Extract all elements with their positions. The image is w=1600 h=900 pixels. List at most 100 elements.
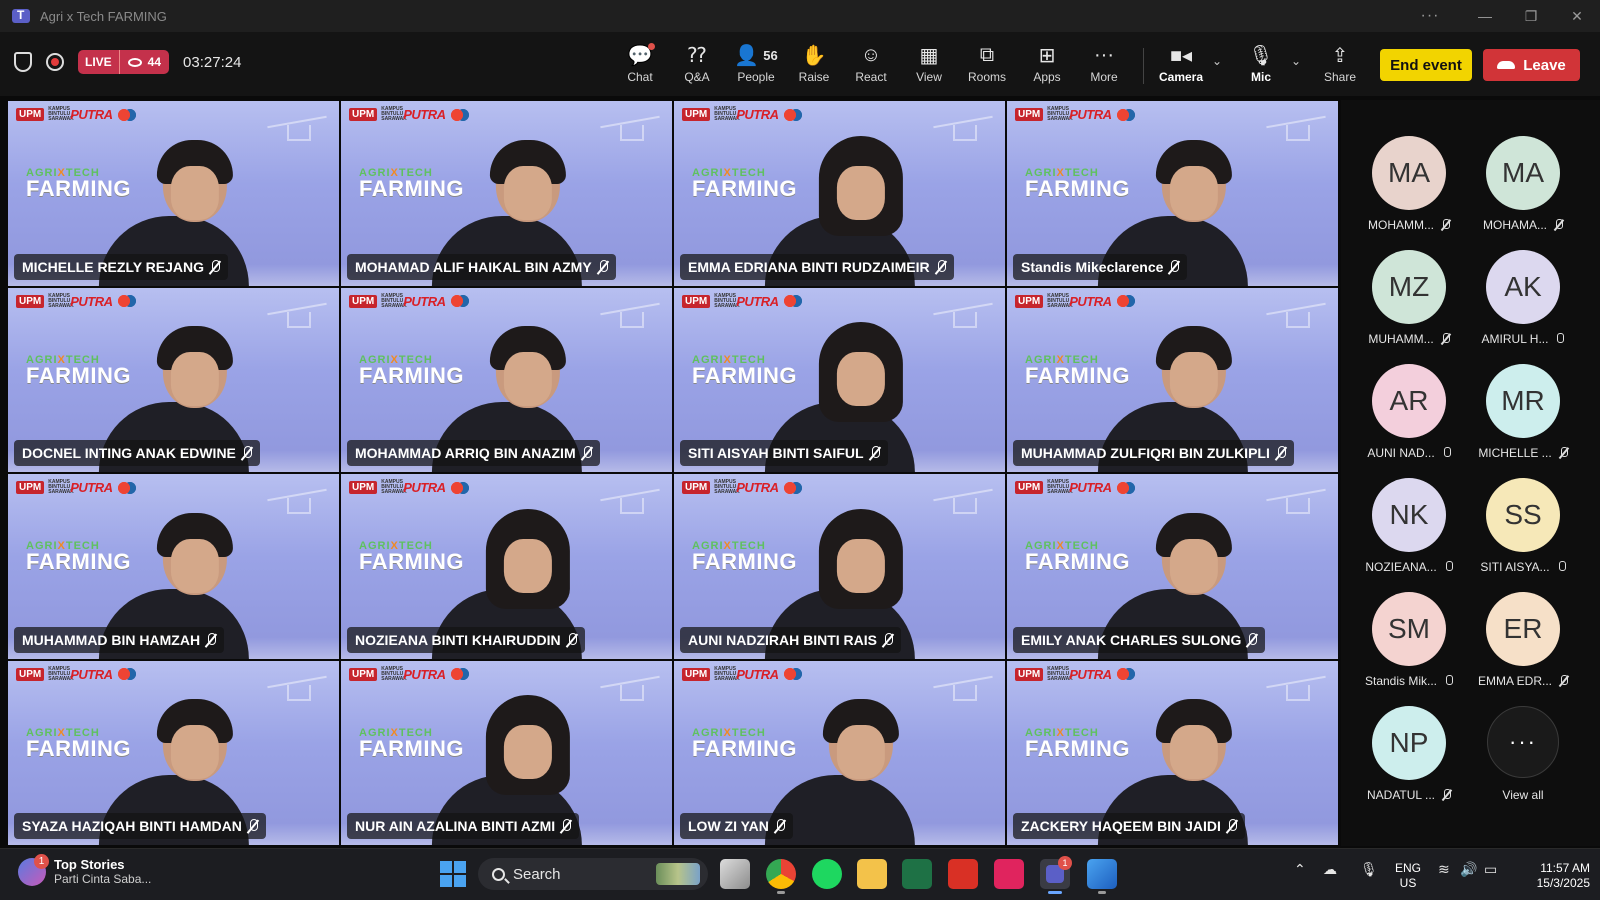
view-all-label: View all xyxy=(1502,788,1544,802)
spotify-icon[interactable] xyxy=(812,859,842,889)
participant-name-tag: NOZIEANA BINTI KHAIRUDDIN xyxy=(347,626,585,653)
video-tile[interactable]: UPM KAMPUS BINTULU SARAWAK PUTRA AGRIXTECH F… xyxy=(673,659,1006,846)
avatar: NK xyxy=(1372,478,1446,552)
pdf-icon[interactable] xyxy=(948,859,978,889)
window-more-icon[interactable]: ··· xyxy=(1410,0,1450,32)
gallery-participant[interactable]: NP NADATUL ... xyxy=(1349,706,1469,818)
chat-button[interactable]: 💬 Chat xyxy=(612,42,668,88)
farming-text: FARMING xyxy=(26,735,131,761)
raise-hand-button[interactable]: ✋ Raise xyxy=(786,42,842,88)
agri-tech-farming-logo: AGRIXTECH FARMING xyxy=(1025,167,1130,200)
wifi-icon[interactable]: ≋ xyxy=(1438,861,1450,878)
more-button[interactable]: ··· More xyxy=(1076,42,1132,88)
view-all-button[interactable]: ··· View all xyxy=(1463,706,1583,818)
upm-logo: UPM xyxy=(349,667,378,681)
campus-text: KAMPUS BINTULU SARAWAK xyxy=(381,292,407,309)
event-logos: UPM KAMPUS BINTULU SARAWAK PUTRA xyxy=(682,293,803,309)
mic-muted-icon xyxy=(206,632,217,647)
video-tile[interactable]: UPM KAMPUS BINTULU SARAWAK PUTRA AGRIXTECH F… xyxy=(7,100,340,287)
recording-icon[interactable] xyxy=(46,53,64,71)
onedrive-icon[interactable]: ☁ xyxy=(1323,861,1337,878)
camera-options-chevron-icon[interactable]: ⌄ xyxy=(1212,54,1222,68)
mic-icon xyxy=(1445,561,1453,573)
mic-muted-tray-icon[interactable]: 🎙 xyxy=(1360,861,1378,878)
gallery-name-row: NOZIEANA... xyxy=(1349,560,1469,574)
react-button[interactable]: ☺ React xyxy=(843,42,899,88)
chrome-icon[interactable] xyxy=(766,859,796,894)
qa-button[interactable]: ⁇ Q&A xyxy=(669,42,725,88)
video-tile[interactable]: UPM KAMPUS BINTULU SARAWAK PUTRA AGRIXTECH F… xyxy=(7,473,340,660)
end-event-button[interactable]: End event xyxy=(1380,49,1472,81)
volume-icon[interactable]: 🔊 xyxy=(1460,861,1477,878)
gallery-participant[interactable]: AR AUNI NAD... xyxy=(1349,364,1469,476)
video-tile[interactable]: UPM KAMPUS BINTULU SARAWAK PUTRA AGRIXTECH F… xyxy=(340,100,673,287)
video-tile[interactable]: UPM KAMPUS BINTULU SARAWAK PUTRA AGRIXTECH F… xyxy=(1006,100,1339,287)
participant-name: NOZIEANA BINTI KHAIRUDDIN xyxy=(355,631,561,648)
leave-label: Leave xyxy=(1523,56,1566,74)
system-clock[interactable]: 11:57 AM 15/3/2025 xyxy=(1520,861,1590,891)
share-button[interactable]: ⇪ Share xyxy=(1312,42,1368,88)
sulam-logo xyxy=(1115,667,1136,681)
video-tile[interactable]: UPM KAMPUS BINTULU SARAWAK PUTRA AGRIXTECH F… xyxy=(340,659,673,846)
shield-icon[interactable] xyxy=(14,52,32,72)
gallery-participant[interactable]: SM Standis Mik... xyxy=(1349,592,1469,704)
gallery-participant[interactable]: NK NOZIEANA... xyxy=(1349,478,1469,590)
language-indicator[interactable]: ENG US xyxy=(1395,861,1421,891)
gallery-participant[interactable]: ER EMMA EDR... xyxy=(1463,592,1583,704)
gallery-participant[interactable]: AK AMIRUL H... xyxy=(1463,250,1583,362)
video-tile[interactable]: UPM KAMPUS BINTULU SARAWAK PUTRA AGRIXTECH F… xyxy=(7,659,340,846)
video-tile[interactable]: UPM KAMPUS BINTULU SARAWAK PUTRA AGRIXTECH F… xyxy=(340,473,673,660)
putra-logo: PUTRA xyxy=(403,480,446,495)
participant-name-tag: MOHAMMAD ARRIQ BIN ANAZIM xyxy=(347,440,600,466)
task-view-icon[interactable] xyxy=(720,859,750,889)
gallery-participant[interactable]: MZ MUHAMM... xyxy=(1349,250,1469,362)
agri-tech-farming-logo: AGRIXTECH FARMING xyxy=(692,167,797,200)
apps-button[interactable]: ⊞ Apps xyxy=(1019,42,1075,88)
campus-text: KAMPUS BINTULU SARAWAK xyxy=(714,106,740,122)
minimize-button[interactable]: — xyxy=(1462,0,1508,32)
gallery-participant[interactable]: SS SITI AISYA... xyxy=(1463,478,1583,590)
mic-button[interactable]: 🎙 Mic xyxy=(1233,42,1289,88)
close-button[interactable]: ✕ xyxy=(1554,0,1600,32)
agri-tech-farming-logo: AGRIXTECH FARMING xyxy=(359,540,464,573)
windows-start-icon[interactable] xyxy=(440,861,470,891)
video-tile[interactable]: UPM KAMPUS BINTULU SARAWAK PUTRA AGRIXTECH F… xyxy=(673,286,1006,473)
news-widget[interactable]: 1 Top Stories Parti Cinta Saba... xyxy=(18,853,151,886)
participant-name: SYAZA HAZIQAH BINTI HAMDAN xyxy=(22,818,242,834)
upm-logo: UPM xyxy=(16,667,45,681)
view-button[interactable]: ▦ View xyxy=(901,42,957,88)
farming-text: FARMING xyxy=(26,549,131,574)
avatar-initials: MZ xyxy=(1388,271,1430,302)
putra-logo: PUTRA xyxy=(1069,666,1112,682)
battery-icon[interactable]: ▭ xyxy=(1484,861,1497,878)
teams-taskbar-icon[interactable]: 1 xyxy=(1040,856,1072,894)
gallery-participant[interactable]: MA MOHAMA... xyxy=(1463,136,1583,248)
rooms-button[interactable]: ⧉ Rooms xyxy=(959,42,1015,88)
teams-active-indicator xyxy=(1048,891,1062,894)
video-tile[interactable]: UPM KAMPUS BINTULU SARAWAK PUTRA AGRIXTECH F… xyxy=(340,286,673,473)
video-tile[interactable]: UPM KAMPUS BINTULU SARAWAK PUTRA AGRIXTECH F… xyxy=(1006,473,1339,660)
leave-button[interactable]: Leave xyxy=(1483,49,1580,81)
people-button[interactable]: 👤 56 People xyxy=(728,42,784,88)
campus-text: KAMPUS BINTULU SARAWAK xyxy=(1047,665,1073,682)
photos-icon[interactable] xyxy=(1087,859,1117,894)
gallery-participant[interactable]: MR MICHELLE ... xyxy=(1463,364,1583,476)
plus-icon: ⊞ xyxy=(1038,44,1056,67)
live-badge[interactable]: LIVE 44 xyxy=(78,50,170,74)
tray-chevron-up-icon[interactable]: ⌃ xyxy=(1294,861,1306,878)
video-tile[interactable]: UPM KAMPUS BINTULU SARAWAK PUTRA AGRIXTECH F… xyxy=(7,286,340,473)
gallery-participant[interactable]: MA MOHAMM... xyxy=(1349,136,1469,248)
chat-notification-dot xyxy=(648,43,656,50)
taskbar-search[interactable]: Search xyxy=(478,858,708,890)
maximize-button[interactable]: ❐ xyxy=(1508,0,1554,32)
video-tile[interactable]: UPM KAMPUS BINTULU SARAWAK PUTRA AGRIXTECH F… xyxy=(673,100,1006,287)
video-tile[interactable]: UPM KAMPUS BINTULU SARAWAK PUTRA AGRIXTECH F… xyxy=(1006,659,1339,846)
video-tile[interactable]: UPM KAMPUS BINTULU SARAWAK PUTRA AGRIXTECH F… xyxy=(1006,286,1339,473)
mic-options-chevron-icon[interactable]: ⌄ xyxy=(1291,54,1301,68)
camera-button[interactable]: ■◂ Camera xyxy=(1153,42,1209,88)
acrobat-icon[interactable] xyxy=(994,859,1024,889)
file-explorer-icon[interactable] xyxy=(857,859,887,889)
excel-icon[interactable] xyxy=(902,859,932,889)
video-tile[interactable]: UPM KAMPUS BINTULU SARAWAK PUTRA AGRIXTECH F… xyxy=(673,473,1006,660)
participant-name: MICHELLE REZLY REJANG xyxy=(22,258,205,275)
